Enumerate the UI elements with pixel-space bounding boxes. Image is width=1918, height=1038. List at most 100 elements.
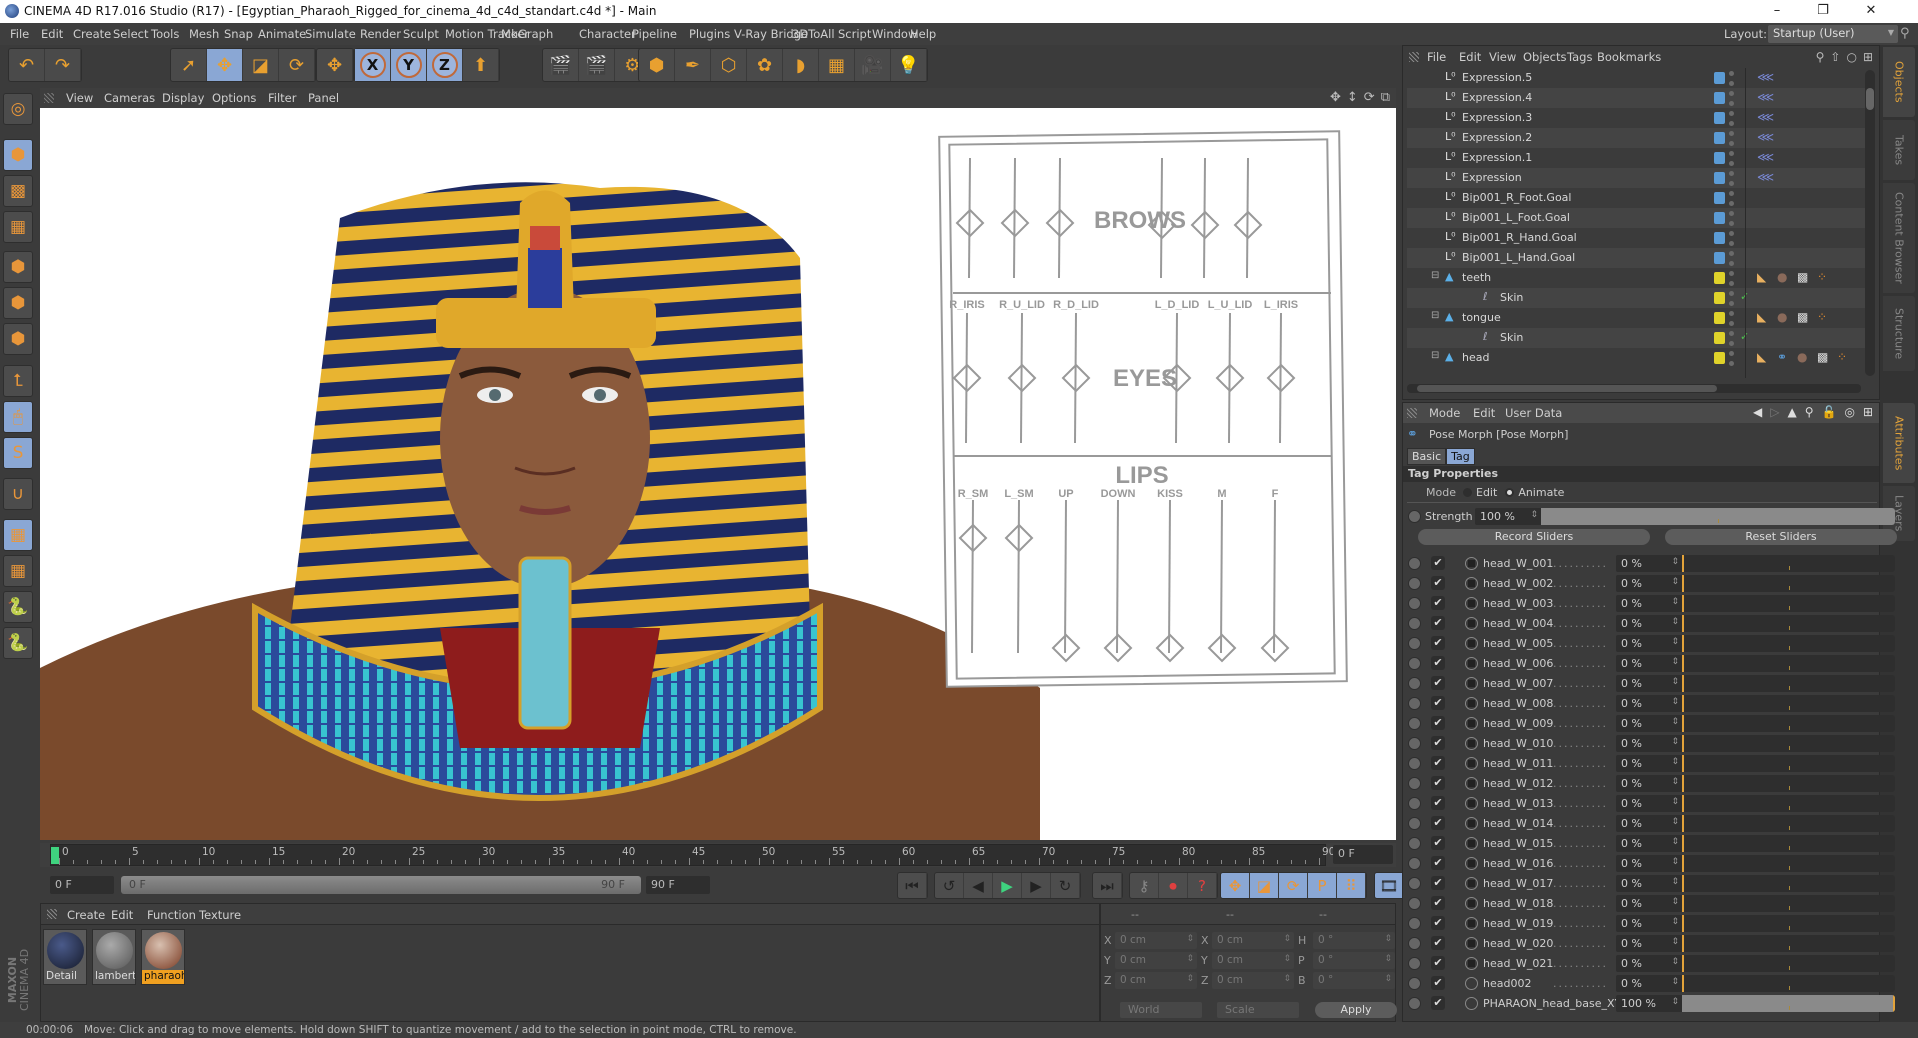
strength-slider[interactable] [1541,508,1895,525]
light-button[interactable]: 💡 [891,49,927,81]
menu-simulate[interactable]: Simulate [305,27,356,41]
search-icon[interactable]: ⚲ [1805,405,1814,419]
expand-toggle-icon[interactable]: ⊟ [1431,310,1439,321]
morph-animate-toggle[interactable] [1408,577,1421,590]
morph-value-field[interactable]: 0 % [1616,915,1682,932]
new-panel-icon[interactable]: ⊞ [1863,50,1873,64]
morph-animate-toggle[interactable] [1408,617,1421,630]
object-name[interactable]: Expression.4 [1462,91,1532,104]
render-picture-viewer-button[interactable]: 🎬 [579,49,615,81]
object-name[interactable]: head [1462,351,1489,364]
record-position-button[interactable]: ✥ [1221,873,1250,898]
morph-value-field[interactable]: 0 % [1616,955,1682,972]
menu-edit[interactable]: Edit [41,27,63,41]
material-menu-create[interactable]: Create [67,908,105,922]
morph-value-field[interactable]: 0 % [1616,695,1682,712]
slider-handle[interactable] [1682,815,1684,832]
layer-color-swatch[interactable] [1714,312,1725,324]
coordinate-system-button[interactable]: ⬆ [463,49,499,81]
morph-value-field[interactable]: 0 % [1616,775,1682,792]
pan-icon[interactable]: ✥ [1330,90,1341,105]
object-name[interactable]: Bip001_L_Hand.Goal [1462,251,1575,264]
morph-animate-toggle[interactable] [1408,977,1421,990]
coordinate-space-select[interactable]: World [1120,1002,1202,1018]
morph-enable-checkbox[interactable]: ✔ [1431,616,1445,630]
morph-animate-toggle[interactable] [1408,937,1421,950]
menu-sculpt[interactable]: Sculpt [403,27,439,41]
uvw-tag-icon[interactable]: ▩ [1817,350,1828,364]
morph-slider[interactable] [1682,815,1895,832]
slider-handle[interactable] [1682,615,1684,632]
slider-handle[interactable] [1682,735,1684,752]
last-tool-move-button[interactable]: ✥ [317,49,353,81]
object-row[interactable]: ⊟ ▲ tongue ◣ ● ▩ ⁘ [1407,308,1873,328]
morph-slider[interactable] [1682,615,1895,632]
morph-enable-checkbox[interactable]: ✔ [1431,736,1445,750]
morph-value-field[interactable]: 0 % [1616,795,1682,812]
z-axis-lock-button[interactable]: Z [427,49,463,81]
spline-pen-button[interactable]: ✒ [675,49,711,81]
morph-value-field[interactable]: 0 % [1616,895,1682,912]
object-menu-tags[interactable]: Tags [1567,50,1592,64]
morph-slider[interactable] [1682,975,1895,992]
object-name[interactable]: Expression.2 [1462,131,1532,144]
rotate-button[interactable]: ⟳ [279,49,315,81]
layer-color-swatch[interactable] [1714,92,1725,104]
xpresso-tag-icon[interactable]: ⋘ [1757,130,1774,144]
morph-animate-toggle[interactable] [1408,717,1421,730]
menu-tools[interactable]: Tools [151,27,179,41]
attribute-menu-mode[interactable]: Mode [1429,406,1460,420]
morph-animate-toggle[interactable] [1408,797,1421,810]
panel-grip-icon[interactable] [44,93,54,103]
xpresso-tag-icon[interactable]: ⋘ [1757,150,1774,164]
object-menu-bookmarks[interactable]: Bookmarks [1597,50,1661,64]
material-name[interactable]: pharaoh [142,970,184,984]
panel-grip-icon[interactable] [1409,52,1419,62]
menu-create[interactable]: Create [73,27,111,41]
mode-radio-edit[interactable]: Edit [1463,486,1497,499]
play-forward-button[interactable]: ▶ [993,873,1022,898]
morph-slider[interactable] [1682,795,1895,812]
cloner-button[interactable]: ✿ [747,49,783,81]
slider-handle[interactable] [1682,875,1684,892]
morph-value-field[interactable]: 0 % [1616,755,1682,772]
morph-slider[interactable] [1682,715,1895,732]
new-panel-icon[interactable]: ⊞ [1863,405,1873,419]
planar-workplane-button[interactable]: ▦ [3,555,33,587]
morph-slider[interactable] [1682,955,1895,972]
slider-handle[interactable] [1682,955,1684,972]
morph-slider[interactable] [1682,915,1895,932]
slider-handle[interactable] [1682,755,1684,772]
layer-color-swatch[interactable] [1714,252,1725,264]
apply-button[interactable]: Apply [1315,1002,1397,1018]
morph-enable-checkbox[interactable]: ✔ [1431,936,1445,950]
material-menu-edit[interactable]: Edit [111,908,133,922]
morph-value-field[interactable]: 0 % [1616,595,1682,612]
object-row[interactable]: L⁰ Expression.3 ⋘ [1407,108,1873,128]
object-row[interactable]: L⁰ Expression.2 ⋘ [1407,128,1873,148]
object-row[interactable]: L⁰ Expression.4 ⋘ [1407,88,1873,108]
morph-enable-checkbox[interactable]: ✔ [1431,676,1445,690]
morph-slider[interactable] [1682,655,1895,672]
morph-animate-toggle[interactable] [1408,837,1421,850]
object-name[interactable]: Expression.5 [1462,71,1532,84]
morph-enable-checkbox[interactable]: ✔ [1431,556,1445,570]
record-rotation-button[interactable]: ⟳ [1279,873,1308,898]
object-menu-view[interactable]: View [1489,50,1516,64]
slider-handle[interactable] [1682,795,1684,812]
menu-plugins[interactable]: Plugins [689,27,730,41]
slider-handle[interactable] [1682,895,1684,912]
maximize-view-icon[interactable]: ⧉ [1381,90,1390,105]
dock-tab-content-browser[interactable]: Content Browser [1883,183,1915,293]
morph-value-field[interactable]: 0 % [1616,815,1682,832]
dock-tab-takes[interactable]: Takes [1883,120,1915,180]
slider-handle[interactable] [1682,915,1684,932]
morph-value-field[interactable]: 0 % [1616,835,1682,852]
visibility-dots[interactable] [1729,131,1735,146]
morph-enable-checkbox[interactable]: ✔ [1431,776,1445,790]
viewport-menu-view[interactable]: View [66,91,93,105]
layer-color-swatch[interactable] [1714,192,1725,204]
menu-character[interactable]: Character [579,27,636,41]
go-to-end-button[interactable]: ⏭ [1093,873,1122,898]
morph-animate-toggle[interactable] [1408,597,1421,610]
